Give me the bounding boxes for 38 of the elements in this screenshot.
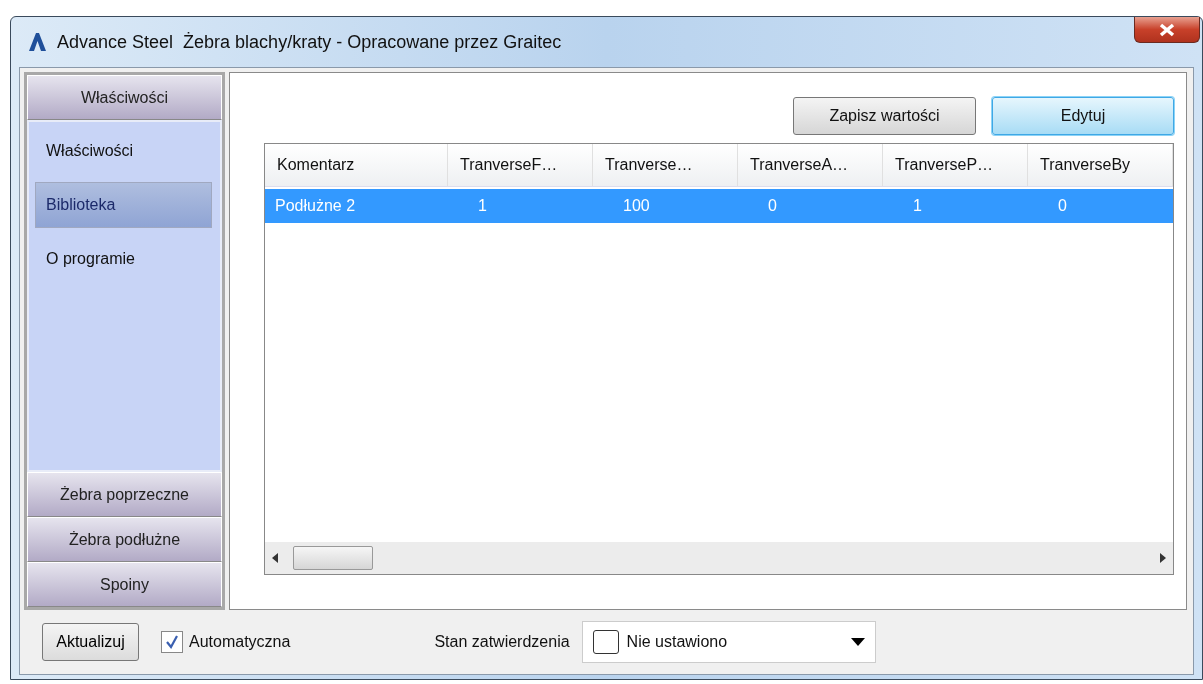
- edit-button[interactable]: Edytuj: [992, 97, 1174, 135]
- save-values-button[interactable]: Zapisz wartości: [793, 97, 976, 135]
- table-cell-text: 0: [1057, 196, 1068, 216]
- horizontal-scrollbar[interactable]: [265, 542, 1173, 574]
- update-button[interactable]: Aktualizuj: [42, 623, 139, 661]
- checkbox-label: Automatyczna: [189, 633, 291, 651]
- table-cell-text: 1: [477, 196, 488, 216]
- status-label: Stan zatwierdzenia: [434, 633, 570, 651]
- sidebar-section-button[interactable]: Żebra poprzeczne: [27, 472, 222, 517]
- column-header[interactable]: TranverseBy: [1028, 144, 1173, 186]
- app-logo-icon: [27, 32, 47, 52]
- table-cell-text: 1: [912, 196, 923, 216]
- column-header[interactable]: Komentarz: [265, 144, 448, 186]
- scroll-left-icon[interactable]: [271, 553, 279, 563]
- window-title: Advance Steel: [57, 31, 174, 53]
- sidebar-item[interactable]: O programie: [35, 236, 212, 282]
- sidebar-section-button[interactable]: Właściwości: [27, 75, 222, 120]
- checkbox[interactable]: [161, 631, 183, 653]
- dropdown-caret-icon: [850, 638, 865, 646]
- scrollbar-thumb[interactable]: [293, 546, 373, 570]
- table-cell-text: 0: [767, 196, 778, 216]
- column-header[interactable]: TranverseP…: [883, 144, 1028, 186]
- window-title: Żebra blachy/kraty - Opracowane przez Graitec: [183, 31, 562, 53]
- status-dropdown[interactable]: Nie ustawiono: [581, 621, 876, 663]
- column-header[interactable]: TranverseF…: [448, 144, 593, 186]
- close-button[interactable]: [1134, 17, 1200, 43]
- sidebar-section-button[interactable]: Spoiny: [27, 562, 222, 607]
- sidebar-section-button[interactable]: Żebra podłużne: [27, 517, 222, 562]
- status-swatch-icon: [592, 630, 619, 654]
- column-header[interactable]: Tranverse…: [593, 144, 738, 186]
- sidebar-item[interactable]: Właściwości: [35, 128, 212, 174]
- close-icon: [1158, 22, 1176, 37]
- table-cell-text: Podłużne 2: [274, 196, 357, 216]
- column-header[interactable]: TranverseA…: [738, 144, 883, 186]
- scroll-right-icon[interactable]: [1159, 553, 1167, 563]
- table-cell-text: 100: [622, 196, 651, 216]
- sidebar-item[interactable]: Biblioteka: [35, 182, 212, 228]
- checkmark-icon: [165, 635, 179, 649]
